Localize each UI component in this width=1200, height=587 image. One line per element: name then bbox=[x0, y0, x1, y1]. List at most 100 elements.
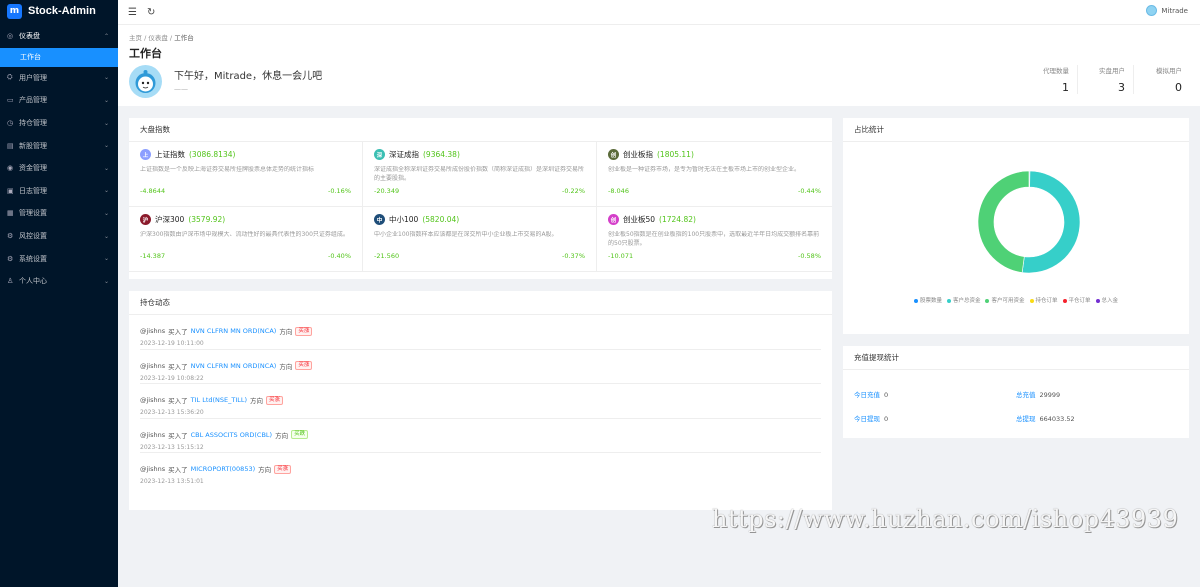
activity-time: 2023-12-13 13:51:01 bbox=[140, 478, 204, 485]
chevron-down-icon: ⌄ bbox=[103, 96, 109, 104]
sidebar-item-1[interactable]: 工作台 bbox=[0, 47, 118, 67]
legend-label: 持仓订单 bbox=[1035, 298, 1058, 304]
funds-card-title: 充值提现统计 bbox=[843, 346, 1189, 370]
activity-action: 买入了 bbox=[168, 397, 188, 405]
index-card[interactable]: 创创业板50 (1724.82) 创业板50指数是在创业板指的100只股票中，选取最… bbox=[597, 207, 832, 272]
chevron-down-icon: ⌄ bbox=[103, 164, 109, 172]
index-icon: 创 bbox=[608, 149, 619, 160]
sidebar-item-0[interactable]: ◎ 仪表盘 ⌃ bbox=[0, 25, 118, 48]
activity-action: 买入了 bbox=[168, 466, 188, 474]
stock-link[interactable]: MICROPORT(00853) bbox=[191, 465, 256, 473]
fund-label[interactable]: 总充值 bbox=[1016, 391, 1036, 399]
index-name: 中小100 bbox=[389, 215, 419, 224]
sidebar-item-2[interactable]: ⛭ 用户管理 ⌄ bbox=[0, 67, 118, 90]
activity-action: 买入了 bbox=[168, 328, 188, 336]
index-header: 创创业板50 (1724.82) bbox=[608, 214, 821, 225]
stock-link[interactable]: CBL ASSOCITS ORD(CBL) bbox=[191, 431, 272, 439]
chevron-down-icon: ⌄ bbox=[103, 187, 109, 195]
legend-label: 股票数量 bbox=[919, 298, 942, 304]
donut-slice-1[interactable] bbox=[1021, 170, 1081, 274]
breadcrumb-home[interactable]: 主页 bbox=[129, 34, 142, 42]
stock-link[interactable]: NVN CLFRN MN ORD(NCA) bbox=[191, 362, 277, 370]
legend-dot-icon bbox=[1029, 298, 1034, 303]
index-change: -20.349 bbox=[374, 187, 400, 195]
sidebar-item-4[interactable]: ◷ 持仓管理 ⌄ bbox=[0, 112, 118, 135]
legend-item[interactable]: 总入金 bbox=[1095, 296, 1118, 304]
fund-stat: 今日充值 0 bbox=[854, 389, 1016, 399]
fund-label[interactable]: 总提现 bbox=[1016, 415, 1036, 423]
index-card[interactable]: 深深证成指 (9364.38) 深证成指全称深圳证券交易所成份股价指数（简称深证成指… bbox=[363, 142, 597, 207]
sidebar-item-5[interactable]: ▤ 新股管理 ⌄ bbox=[0, 134, 118, 157]
direction-tag: 买涨 bbox=[274, 464, 292, 474]
direction-label: 方向 bbox=[275, 431, 289, 440]
sidebar-item-11[interactable]: ♙ 个人中心 ⌄ bbox=[0, 270, 118, 293]
cartoon-avatar-icon bbox=[135, 70, 156, 93]
fund-label[interactable]: 今日提现 bbox=[854, 415, 880, 423]
refresh-icon[interactable]: ↻ bbox=[147, 7, 155, 18]
index-change: -8.046 bbox=[608, 187, 629, 195]
index-description: 创业板是一种证券市场，是专为暂时无法在主板市场上市的创业型企业。 bbox=[608, 166, 801, 173]
index-icon: 创 bbox=[608, 214, 619, 225]
breadcrumb-dashboard[interactable]: 仪表盘 bbox=[148, 34, 168, 42]
funds-card: 充值提现统计 今日充值 0 总充值 29999 今日提现 0 总提现 664033.52 bbox=[843, 346, 1189, 438]
index-footer: -4.8644 -0.16% bbox=[140, 187, 351, 195]
direction-tag: 买涨 bbox=[295, 361, 313, 370]
direction-tag: 买涨 bbox=[266, 395, 284, 405]
dashboard-icon: ◎ bbox=[7, 32, 14, 41]
index-card[interactable]: 中中小100 (5820.04) 中小企业100指数样本应该都是在深交所中小企业板上… bbox=[363, 207, 597, 272]
sidebar-item-7[interactable]: ▣ 日志管理 ⌄ bbox=[0, 180, 118, 203]
index-footer: -8.046 -0.44% bbox=[608, 187, 821, 195]
user-menu[interactable]: Mitrade bbox=[1146, 5, 1188, 16]
logo-icon: m bbox=[7, 3, 22, 19]
logo[interactable]: m Stock-Admin bbox=[0, 0, 118, 22]
sidebar-item-8[interactable]: ▦ 管理设置 ⌄ bbox=[0, 202, 118, 225]
activity-list: @jishns 买入了 NVN CLFRN MN ORD(NCA) 方向 买涨 2023-… bbox=[129, 315, 832, 488]
legend-item[interactable]: 股票数量 bbox=[913, 296, 942, 304]
sidebar-item-label: 用户管理 bbox=[19, 73, 47, 82]
index-change: -21.560 bbox=[374, 252, 400, 260]
fund-stat: 总提现 664033.52 bbox=[1016, 413, 1178, 423]
market-index-card: 大盘指数 上上证指数 (3086.8134) 上证指数是一个反映上海证券交易所挂牌股… bbox=[129, 118, 832, 279]
stock-link[interactable]: TIL Ltd(NSE_TILL) bbox=[191, 396, 247, 404]
stock-link[interactable]: NVN CLFRN MN ORD(NCA) bbox=[191, 327, 277, 335]
index-percent: -0.22% bbox=[562, 187, 585, 195]
stat-0: 代理数量 1 bbox=[1022, 65, 1078, 94]
index-card[interactable]: 沪沪深300 (3579.92) 沪深300指数由沪深市场中规模大、流动性好的最具代… bbox=[129, 207, 363, 272]
sidebar-item-label: 仪表盘 bbox=[19, 32, 40, 41]
user-avatar bbox=[129, 65, 162, 98]
list-item: @jishns 买入了 TIL Ltd(NSE_TILL) 方向 买涨 2023-12-1… bbox=[140, 384, 821, 419]
sidebar-item-9[interactable]: ⚙ 风控设置 ⌄ bbox=[0, 225, 118, 248]
ratio-card-title: 占比统计 bbox=[843, 118, 1189, 142]
menu-fold-icon[interactable]: ☰ bbox=[128, 7, 137, 18]
legend-label: 客户可用资金 bbox=[991, 298, 1025, 304]
fund-label[interactable]: 今日充值 bbox=[854, 391, 880, 399]
fund-stat: 总充值 29999 bbox=[1016, 389, 1178, 399]
index-footer: -20.349 -0.22% bbox=[374, 187, 585, 195]
index-change: -4.8644 bbox=[140, 187, 166, 195]
sidebar-item-label: 风控设置 bbox=[19, 232, 47, 241]
donut-slice-2[interactable] bbox=[977, 170, 1030, 273]
direction-label: 方向 bbox=[250, 397, 264, 405]
index-change: -10.071 bbox=[608, 252, 634, 260]
sidebar-item-3[interactable]: ▭ 产品管理 ⌄ bbox=[0, 89, 118, 112]
sidebar-item-label: 管理设置 bbox=[19, 209, 47, 218]
legend-item[interactable]: 客户总资金 bbox=[946, 296, 980, 304]
sidebar-item-10[interactable]: ⚙ 系统设置 ⌄ bbox=[0, 247, 118, 270]
sidebar-menu: ◎ 仪表盘 ⌃ 工作台 ⛭ 用户管理 ⌄ ▭ 产品管理 ⌄ ◷ 持仓管理 ⌄ ▤ 新股管理 ⌄ ◉ 资金管理 ⌄ ▣ 日… bbox=[0, 25, 118, 293]
activity-user: @jishns bbox=[140, 361, 166, 370]
page-header: 主页 / 仪表盘 / 工作台 工作台 下午好，Mitrade，休息一会儿吧 ——… bbox=[118, 25, 1200, 106]
legend-item[interactable]: 客户可用资金 bbox=[985, 296, 1025, 304]
sidebar-item-label: 个人中心 bbox=[19, 277, 47, 286]
sidebar-item-6[interactable]: ◉ 资金管理 ⌄ bbox=[0, 157, 118, 180]
index-card[interactable]: 上上证指数 (3086.8134) 上证指数是一个反映上海证券交易所挂牌股票总体走势… bbox=[129, 142, 363, 207]
legend-item[interactable]: 平仓订单 bbox=[1062, 296, 1091, 304]
legend-item[interactable]: 持仓订单 bbox=[1029, 296, 1058, 304]
funds-grid: 今日充值 0 总充值 29999 今日提现 0 总提现 664033.52 bbox=[854, 389, 1184, 423]
stat-2: 模拟用户 0 bbox=[1134, 65, 1190, 94]
system-settings-icon: ⚙ bbox=[7, 254, 14, 263]
index-icon: 中 bbox=[374, 214, 385, 225]
index-card[interactable]: 创创业板指 (1805.11) 创业板是一种证券市场，是专为暂时无法在主板市场上市的… bbox=[597, 142, 832, 207]
index-header: 深深证成指 (9364.38) bbox=[374, 149, 585, 160]
activity-user: @jishns bbox=[140, 396, 166, 404]
list-item: @jishns 买入了 NVN CLFRN MN ORD(NCA) 方向 买涨 2023-… bbox=[140, 350, 821, 384]
